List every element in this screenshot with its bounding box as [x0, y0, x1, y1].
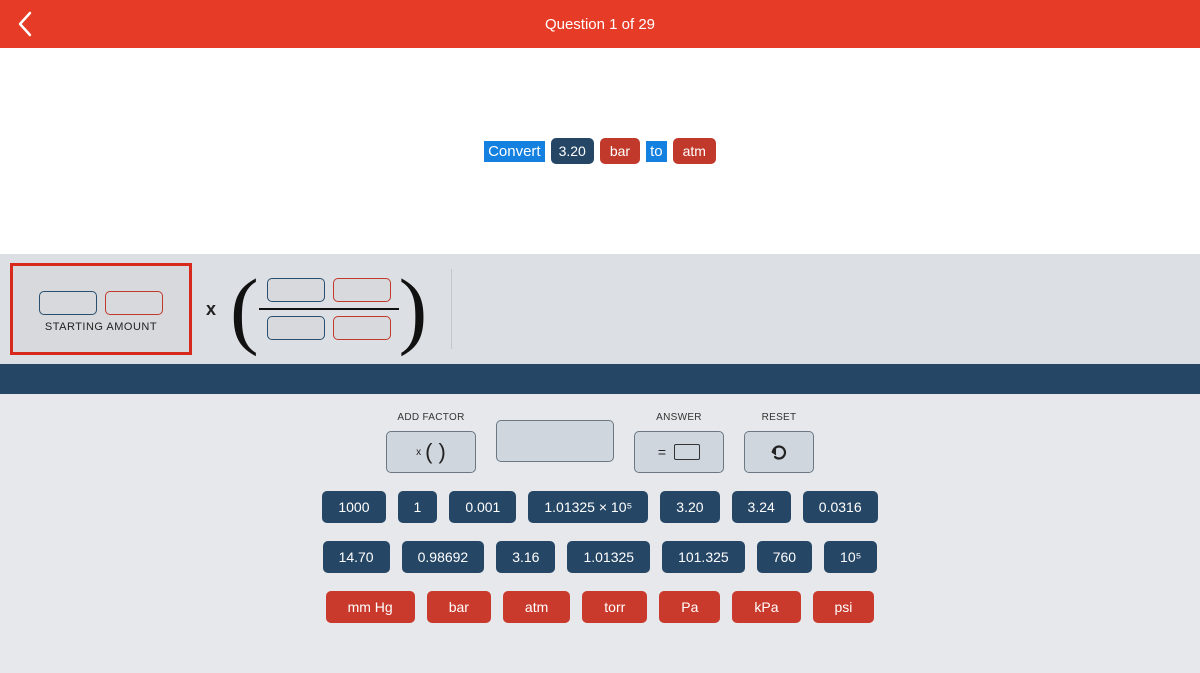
fraction: [259, 278, 399, 340]
number-button-0[interactable]: 14.70: [323, 541, 390, 573]
unit-button-2[interactable]: atm: [503, 591, 570, 623]
chevron-left-icon: [16, 10, 34, 38]
from-unit: bar: [600, 138, 640, 164]
number-button-4[interactable]: 3.20: [660, 491, 719, 523]
right-paren-icon: ): [399, 266, 428, 352]
denominator-value-slot[interactable]: [267, 316, 325, 340]
add-factor-label: ADD FACTOR: [397, 412, 464, 423]
number-button-6[interactable]: 0.0316: [803, 491, 878, 523]
question-prompt: Convert 3.20 bar to atm: [0, 48, 1200, 254]
unit-button-0[interactable]: mm Hg: [326, 591, 415, 623]
vertical-divider: [451, 269, 452, 349]
to-label: to: [646, 141, 667, 162]
convert-value: 3.20: [551, 138, 594, 164]
blank-button[interactable]: [496, 420, 614, 462]
number-button-4[interactable]: 101.325: [662, 541, 745, 573]
unit-button-1[interactable]: bar: [427, 591, 491, 623]
starting-value-slot[interactable]: [39, 291, 97, 315]
header-bar: Question 1 of 29: [0, 0, 1200, 48]
answer-label: ANSWER: [656, 412, 702, 423]
starting-amount-label: STARTING AMOUNT: [45, 321, 157, 333]
add-factor-button[interactable]: x ( ): [386, 431, 476, 473]
numerator-unit-slot[interactable]: [333, 278, 391, 302]
number-button-6[interactable]: 10⁵: [824, 541, 877, 573]
to-unit: atm: [673, 138, 716, 164]
number-button-0[interactable]: 1000: [322, 491, 385, 523]
number-button-1[interactable]: 1: [398, 491, 438, 523]
number-row-2: 14.70 0.98692 3.16 1.01325 101.325 760 10⁵: [323, 541, 878, 573]
denominator-unit-slot[interactable]: [333, 316, 391, 340]
back-button[interactable]: [16, 10, 34, 38]
keypad-area: ADD FACTOR x ( ) ANSWER =: [0, 394, 1200, 673]
answer-box-icon: [674, 444, 700, 460]
reset-label: RESET: [762, 412, 797, 423]
number-button-3[interactable]: 1.01325: [567, 541, 650, 573]
starting-unit-slot[interactable]: [105, 291, 163, 315]
undo-icon: [767, 440, 791, 464]
number-button-5[interactable]: 760: [757, 541, 812, 573]
action-row: ADD FACTOR x ( ) ANSWER =: [386, 412, 814, 473]
unit-row: mm Hg baratmtorr PakPapsi: [326, 591, 875, 623]
equation-bar: STARTING AMOUNT x ( ): [0, 254, 1200, 364]
number-row-1: 1000 1 0.001 1.01325 × 10⁵ 3.20 3.24 0.0316: [322, 491, 877, 523]
reset-button[interactable]: [744, 431, 814, 473]
unit-button-6[interactable]: psi: [813, 591, 875, 623]
left-paren-icon: (: [230, 266, 259, 352]
convert-label: Convert: [484, 141, 545, 162]
number-button-5[interactable]: 3.24: [732, 491, 791, 523]
number-button-2[interactable]: 3.16: [496, 541, 555, 573]
conversion-factor: ( ): [230, 266, 427, 352]
number-button-3[interactable]: 1.01325 × 10⁵: [528, 491, 648, 523]
numerator-value-slot[interactable]: [267, 278, 325, 302]
question-counter: Question 1 of 29: [545, 16, 655, 33]
times-symbol: x: [206, 299, 216, 320]
answer-button[interactable]: =: [634, 431, 724, 473]
unit-button-5[interactable]: kPa: [732, 591, 800, 623]
fraction-bar: [259, 308, 399, 310]
unit-button-3[interactable]: torr: [582, 591, 647, 623]
separator-band: [0, 364, 1200, 394]
number-button-1[interactable]: 0.98692: [402, 541, 485, 573]
unit-button-4[interactable]: Pa: [659, 591, 720, 623]
starting-amount-box[interactable]: STARTING AMOUNT: [10, 263, 192, 355]
number-button-2[interactable]: 0.001: [449, 491, 516, 523]
